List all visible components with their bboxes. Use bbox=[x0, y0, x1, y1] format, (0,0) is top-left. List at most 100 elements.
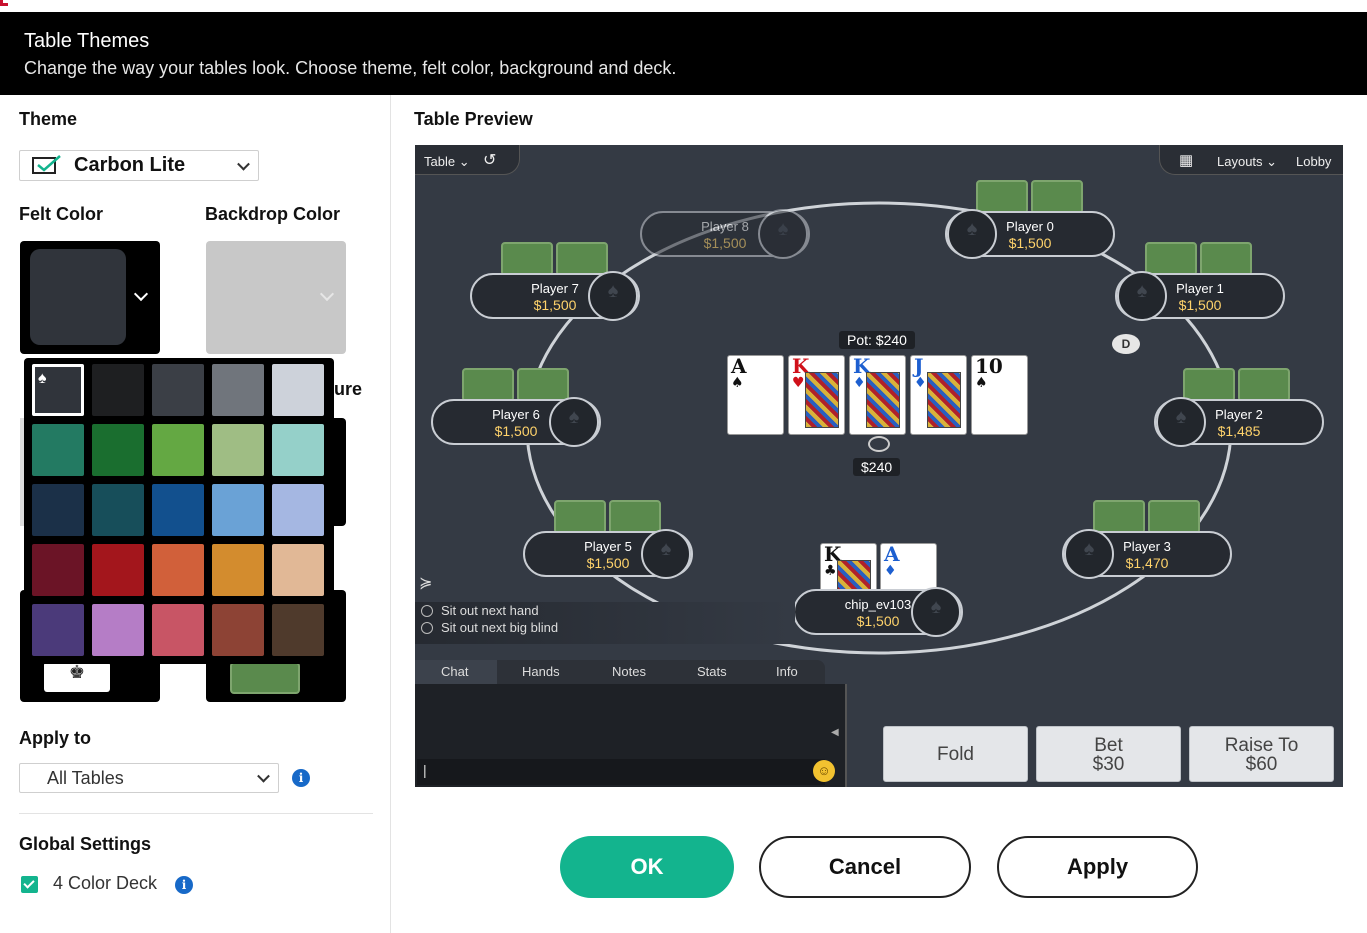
card-backs bbox=[1183, 368, 1290, 402]
felt-color-swatch[interactable] bbox=[272, 424, 324, 476]
panel-divider bbox=[390, 95, 391, 933]
sit-out-hand-radio[interactable] bbox=[421, 605, 433, 617]
chevron-down-icon bbox=[257, 769, 270, 783]
global-settings-label: Global Settings bbox=[19, 834, 152, 854]
card-backs bbox=[976, 180, 1083, 214]
seat-player-6[interactable]: Player 6$1,500 bbox=[431, 397, 601, 447]
felt-color-swatch[interactable] bbox=[92, 604, 144, 656]
fold-button[interactable]: Fold bbox=[883, 726, 1028, 782]
bet-button[interactable]: Bet $30 bbox=[1036, 726, 1181, 782]
player-avatar bbox=[911, 587, 961, 637]
tab-chat[interactable]: Chat bbox=[441, 664, 468, 679]
texture-label-partial: ure bbox=[334, 379, 363, 399]
chat-expand-icon[interactable]: ◀ bbox=[831, 727, 839, 738]
emoji-icon[interactable]: ☺ bbox=[813, 760, 835, 782]
dealer-button: D bbox=[1112, 334, 1140, 354]
palette-grid: ♠ bbox=[32, 364, 326, 656]
seat-player-0[interactable]: Player 0$1,500 bbox=[945, 209, 1115, 259]
ok-button[interactable]: OK bbox=[560, 836, 734, 898]
seat-player-8[interactable]: Player 8$1,500 bbox=[640, 209, 810, 259]
felt-color-swatch[interactable] bbox=[212, 604, 264, 656]
card-backs bbox=[1093, 500, 1200, 534]
felt-color-picker[interactable] bbox=[20, 241, 160, 354]
felt-color-swatch[interactable] bbox=[212, 424, 264, 476]
table-themes-dialog: Table Themes Change the way your tables … bbox=[0, 0, 1367, 933]
felt-color-swatch[interactable] bbox=[272, 604, 324, 656]
player-avatar bbox=[947, 209, 997, 259]
board-card: K ♦ bbox=[849, 355, 906, 435]
felt-color-label: Felt Color bbox=[19, 204, 103, 224]
player-avatar bbox=[1156, 397, 1206, 447]
chat-input[interactable]: | ☺ bbox=[417, 759, 835, 785]
felt-color-swatch[interactable] bbox=[272, 484, 324, 536]
apply-to-value: All Tables bbox=[47, 767, 124, 788]
seat-hero[interactable]: chip_ev103$1,500 bbox=[793, 587, 963, 637]
player-avatar bbox=[1117, 271, 1167, 321]
four-color-deck-label: 4 Color Deck bbox=[53, 873, 158, 893]
table-preview-label: Table Preview bbox=[414, 109, 533, 129]
seat-player-5[interactable]: Player 5$1,500 bbox=[523, 529, 693, 579]
felt-color-swatch[interactable] bbox=[92, 364, 144, 416]
info-icon[interactable]: i bbox=[175, 876, 193, 894]
four-color-deck-checkbox[interactable] bbox=[21, 876, 38, 893]
apply-button[interactable]: Apply bbox=[997, 836, 1198, 898]
tab-hands[interactable]: Hands bbox=[522, 664, 560, 679]
face-card-art bbox=[805, 372, 839, 428]
felt-color-swatch[interactable] bbox=[32, 544, 84, 596]
felt-color-swatch[interactable]: ♠ bbox=[32, 364, 84, 416]
tab-notes[interactable]: Notes bbox=[612, 664, 646, 679]
board-card: 10 ♠ bbox=[971, 355, 1028, 435]
raise-button[interactable]: Raise To $60 bbox=[1189, 726, 1334, 782]
felt-color-swatch[interactable] bbox=[152, 424, 204, 476]
card-backs bbox=[501, 242, 608, 276]
seat-player-2[interactable]: Player 2$1,485 bbox=[1154, 397, 1324, 447]
felt-color-swatch[interactable] bbox=[152, 544, 204, 596]
theme-check-icon bbox=[32, 154, 61, 174]
felt-color-swatch[interactable] bbox=[152, 484, 204, 536]
board-card: J ♦ bbox=[910, 355, 967, 435]
backdrop-color-label: Backdrop Color bbox=[205, 204, 341, 224]
hole-card: A ♦ bbox=[880, 543, 937, 593]
felt-color-swatch[interactable] bbox=[92, 544, 144, 596]
sit-out-bb-label: Sit out next big blind bbox=[441, 620, 559, 635]
felt-color-swatch[interactable] bbox=[92, 484, 144, 536]
card-back-preview bbox=[230, 662, 300, 694]
felt-color-swatch[interactable] bbox=[152, 604, 204, 656]
face-card-art bbox=[927, 372, 961, 428]
felt-color-swatch[interactable] bbox=[92, 424, 144, 476]
card-backs bbox=[554, 500, 661, 534]
felt-color-swatch[interactable] bbox=[212, 364, 264, 416]
felt-color-swatch[interactable] bbox=[272, 364, 324, 416]
tab-info[interactable]: Info bbox=[776, 664, 798, 679]
card-backs bbox=[1145, 242, 1252, 276]
table-preview: Table ⌄ ↺ ▦ Layouts ⌄ Lobby Player 0$1,5… bbox=[415, 145, 1343, 787]
apply-to-select[interactable]: All Tables bbox=[19, 763, 279, 793]
chip-icon bbox=[868, 436, 890, 452]
sit-out-bb-radio[interactable] bbox=[421, 622, 433, 634]
info-icon[interactable]: i bbox=[292, 769, 310, 787]
cancel-button[interactable]: Cancel bbox=[759, 836, 971, 898]
felt-color-swatch[interactable] bbox=[272, 544, 324, 596]
felt-color-swatch[interactable] bbox=[32, 484, 84, 536]
deck-card-preview: ♚ bbox=[44, 662, 110, 692]
felt-color-swatch[interactable] bbox=[152, 364, 204, 416]
seat-player-3[interactable]: Player 3$1,470 bbox=[1062, 529, 1232, 579]
theme-label: Theme bbox=[19, 109, 78, 129]
seat-player-1[interactable]: Player 1$1,500 bbox=[1115, 271, 1285, 321]
tab-stats[interactable]: Stats bbox=[697, 664, 727, 679]
collapse-icon[interactable]: ≽ bbox=[419, 573, 432, 593]
felt-color-swatch[interactable] bbox=[212, 544, 264, 596]
theme-select[interactable]: Carbon Lite bbox=[19, 150, 259, 181]
seat-player-7[interactable]: Player 7$1,500 bbox=[470, 271, 640, 321]
brand-mark bbox=[0, 0, 8, 6]
felt-color-swatch[interactable] bbox=[32, 424, 84, 476]
dialog-subtitle: Change the way your tables look. Choose … bbox=[24, 58, 677, 78]
chat-cursor: | bbox=[423, 762, 427, 778]
card-backs bbox=[462, 368, 569, 402]
dialog-title: Table Themes bbox=[24, 30, 150, 52]
backdrop-color-picker[interactable] bbox=[206, 241, 346, 354]
felt-color-swatch[interactable] bbox=[212, 484, 264, 536]
pot-amount: Pot: $240 bbox=[839, 331, 915, 349]
felt-color-swatch[interactable] bbox=[32, 604, 84, 656]
player-avatar bbox=[758, 209, 808, 259]
